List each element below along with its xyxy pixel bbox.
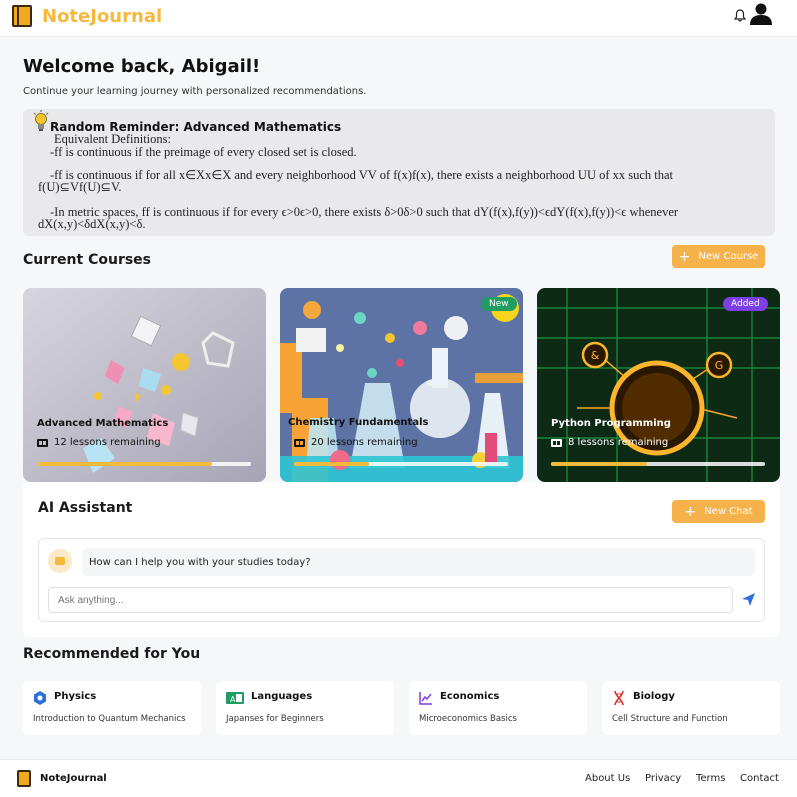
new-course-button[interactable]: + New Course [672,245,765,268]
course-card-python-programming[interactable]: & G Added Python Programming 8 lessons r… [537,288,780,482]
current-courses-heading: Current Courses [23,252,152,268]
lessons-remaining-label: 12 lessons remaining [54,437,161,448]
recommendation-subtitle: Japanses for Beginners [226,714,324,724]
footer-link-privacy[interactable]: Privacy [645,773,681,784]
recommendation-subtitle: Microeconomics Basics [419,714,517,724]
python-course-image: & G [537,288,780,482]
top-navigation-bar: NoteJournal [0,0,797,37]
recommendation-card-biology[interactable]: Biology Cell Structure and Function [602,681,780,735]
user-icon[interactable] [750,3,772,25]
assistant-message: How can I help you with your studies tod… [82,548,755,576]
course-progress-bar [551,462,765,466]
lightbulb-icon [33,110,49,131]
course-status-badge: Added [723,297,768,311]
footer-link-contact[interactable]: Contact [740,773,779,784]
recommendation-subtitle: Introduction to Quantum Mechanics [33,714,186,724]
lessons-remaining: 20 lessons remaining [294,437,418,448]
welcome-heading: Welcome back, Abigail! [23,56,261,77]
footer-link-terms[interactable]: Terms [696,773,725,784]
ai-assistant-heading: AI Assistant [38,500,133,516]
bell-icon[interactable] [734,9,746,22]
course-progress-bar [294,462,508,466]
course-card-advanced-mathematics[interactable]: Advanced Mathematics 12 lessons remainin… [23,288,266,482]
welcome-subtitle: Continue your learning journey with pers… [23,86,367,97]
course-card-chemistry-fundamentals[interactable]: New Chemistry Fundamentals 20 lessons re… [280,288,523,482]
brand-logo[interactable]: NoteJournal [12,5,162,27]
translate-icon: A [226,692,244,704]
recommendation-title: Economics [440,691,500,702]
svg-text:G: G [715,359,724,372]
footer-brand[interactable]: NoteJournal [40,773,107,784]
course-title: Advanced Mathematics [37,418,169,429]
recommendation-subtitle: Cell Structure and Function [612,714,728,724]
new-chat-button[interactable]: + New Chat [672,500,765,523]
course-title: Python Programming [551,418,671,429]
svg-text:A: A [230,695,236,704]
new-course-label: New Course [698,251,759,262]
recommendation-title: Languages [251,691,313,702]
plus-icon: + [678,248,691,265]
lessons-remaining-label: 20 lessons remaining [311,437,418,448]
chemistry-course-image [280,288,523,482]
mathematics-course-image [23,288,266,482]
recommendation-card-languages[interactable]: A Languages Japanses for Beginners [216,681,394,735]
recommendation-title: Biology [633,691,675,702]
lessons-remaining: 12 lessons remaining [37,437,161,448]
recommended-heading: Recommended for You [23,646,201,662]
svg-text:&: & [591,349,600,362]
new-chat-label: New Chat [704,506,753,517]
plus-icon: + [684,503,697,520]
chart-line-icon [419,692,432,705]
course-title: Chemistry Fundamentals [288,417,429,428]
recommendation-card-physics[interactable]: Physics Introduction to Quantum Mechanic… [23,681,201,735]
course-status-badge: New [481,297,517,311]
recommendation-card-economics[interactable]: Economics Microeconomics Basics [409,681,587,735]
dna-icon [614,691,624,705]
notebook-icon [12,5,32,27]
notebook-icon [17,770,31,787]
send-icon[interactable] [741,592,756,607]
bot-avatar-icon [48,549,72,573]
reminder-line: dX(x,y)<δdX(x,y)<δ. [38,217,146,231]
random-reminder-panel: Random Reminder: Advanced Mathematics Eq… [23,109,775,236]
footer: NoteJournal About Us Privacy Terms Conta… [0,759,797,797]
reminder-line: -ff is continuous if for all x∈Xx∈X and … [50,168,674,182]
brand-name: NoteJournal [42,5,163,27]
reminder-line: f(U)⊆Vf(U)⊆V. [38,180,122,194]
lessons-remaining-label: 8 lessons remaining [568,437,669,448]
reminder-line: -ff is continuous if the preimage of eve… [50,145,357,159]
atom-icon [34,691,46,705]
recommendation-title: Physics [54,691,97,702]
book-open-icon [551,438,562,447]
lessons-remaining: 8 lessons remaining [551,437,668,448]
book-open-icon [37,438,48,447]
course-progress-bar [37,462,251,466]
book-open-icon [294,438,305,447]
chat-input[interactable] [48,587,733,613]
footer-link-about-us[interactable]: About Us [585,773,630,784]
